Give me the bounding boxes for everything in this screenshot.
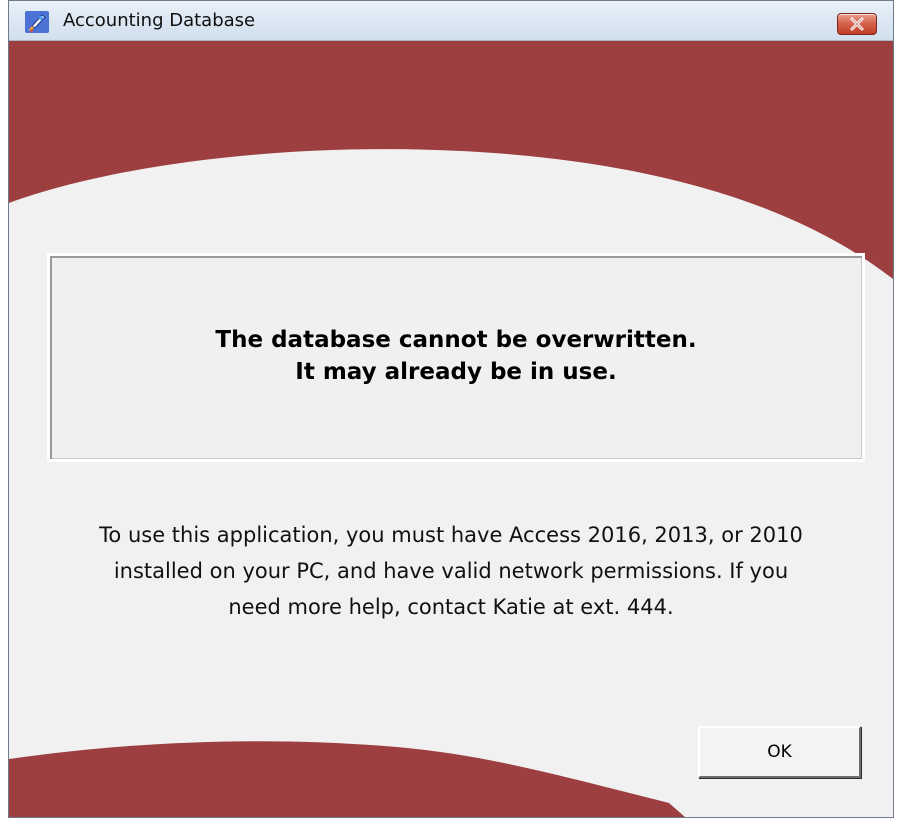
ok-button[interactable]: OK xyxy=(698,726,861,778)
close-icon xyxy=(850,17,864,31)
help-text-line: To use this application, you must have A… xyxy=(99,523,803,547)
alert-message-panel: The database cannot be overwritten. It m… xyxy=(47,253,865,462)
help-text-line: need more help, contact Katie at ext. 44… xyxy=(228,595,674,619)
close-button[interactable] xyxy=(837,13,877,35)
dialog-content: The database cannot be overwritten. It m… xyxy=(9,41,893,817)
help-text-line: installed on your PC, and have valid net… xyxy=(113,559,789,583)
error-message-line: The database cannot be overwritten. xyxy=(215,326,697,353)
help-text: To use this application, you must have A… xyxy=(39,517,863,625)
dialog-window: Accounting Database The database cannot … xyxy=(8,0,894,818)
error-message-line: It may already be in use. xyxy=(295,358,617,385)
error-message: The database cannot be overwritten. It m… xyxy=(215,324,696,392)
window-title: Accounting Database xyxy=(63,10,256,31)
rocket-icon xyxy=(25,11,49,33)
title-bar[interactable]: Accounting Database xyxy=(9,1,893,41)
